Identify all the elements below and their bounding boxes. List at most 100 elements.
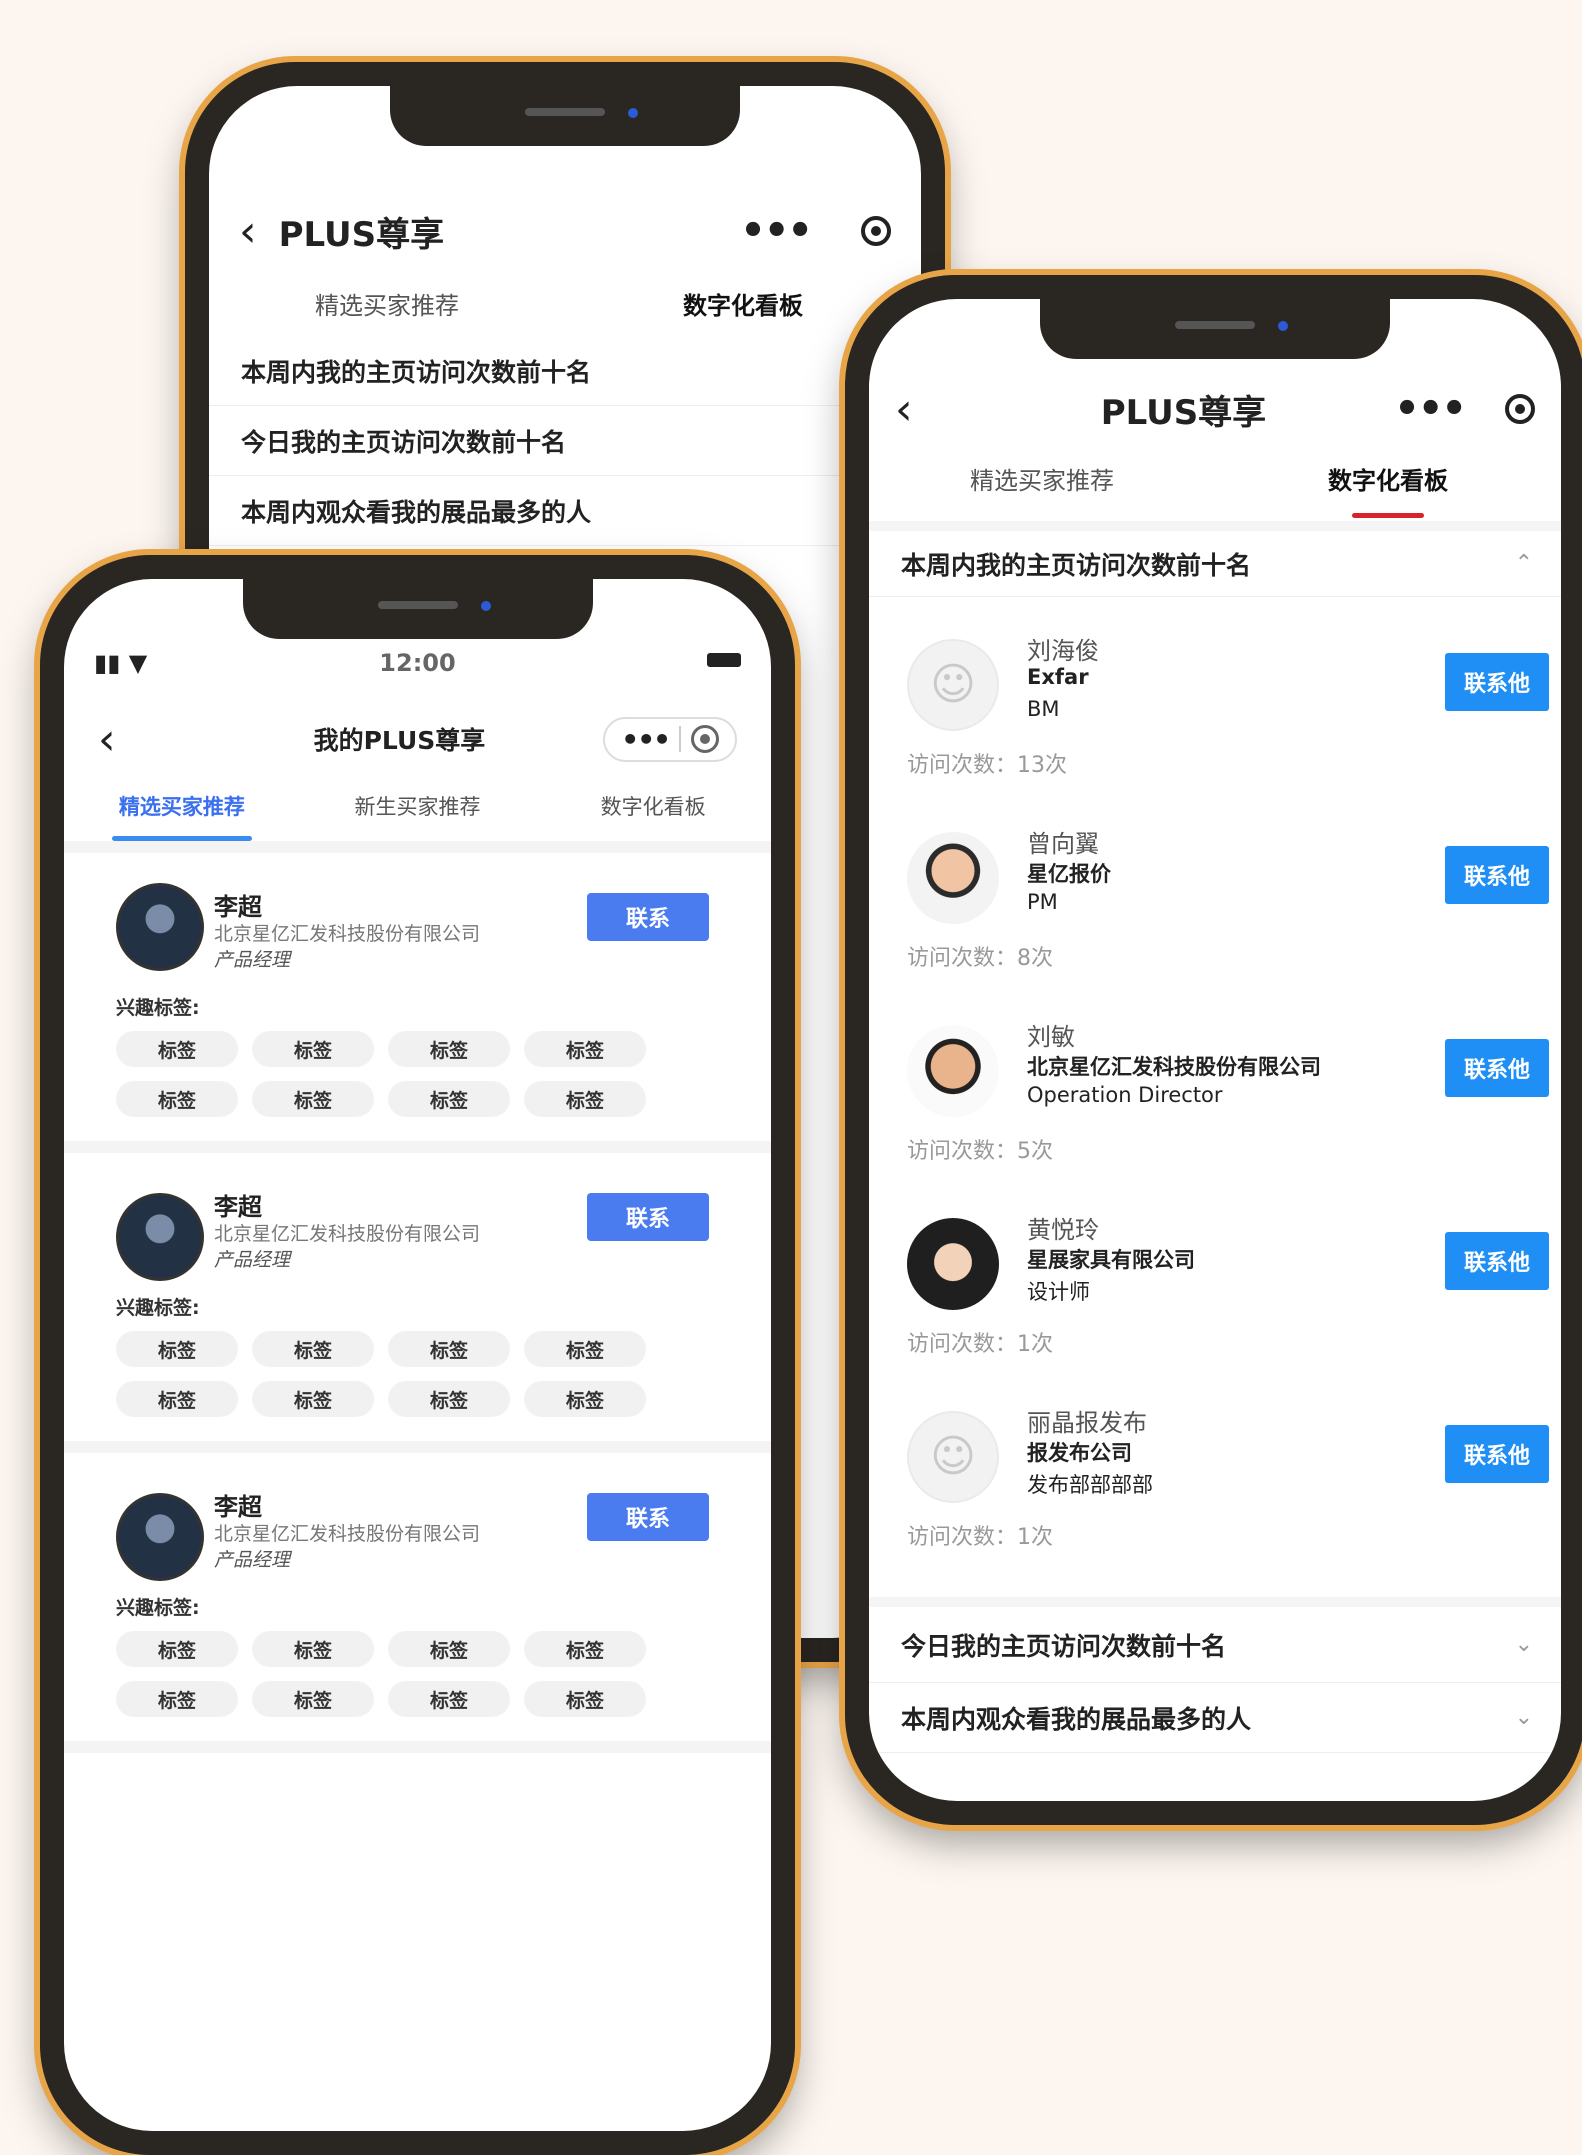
tag: 标签 [524, 1631, 646, 1667]
section-row[interactable]: 本周内观众看我的展品最多的人 ⌄ [869, 1683, 1561, 1753]
list-item: 刘敏 北京星亿汇发科技股份有限公司 Operation Director 访问次… [869, 1003, 1561, 1196]
visitor-title: Operation Director [1027, 1083, 1223, 1107]
avatar [907, 1411, 999, 1503]
notch [242, 579, 593, 639]
contact-button[interactable]: 联系他 [1445, 1425, 1549, 1483]
tag-list: 标签 标签 标签 标签 标签 标签 标签 标签 [116, 1331, 656, 1417]
phone-front-left: ▮▮ ▼ 12:00 ‹ 我的PLUS尊享 ••• 精选买家推荐 新生买家推荐 … [40, 555, 795, 2155]
contact-button[interactable]: 联系 [587, 1493, 709, 1541]
tab-bar: 精选买家推荐 数字化看板 [869, 461, 1561, 518]
target-icon[interactable] [861, 216, 891, 246]
status-time: 12:00 [379, 649, 456, 677]
visit-count: 访问次数：8次 [907, 946, 1053, 971]
buyer-name: 李超 [214, 1493, 262, 1521]
section-row[interactable]: 今日我的主页访问次数前十名 ⌄ [869, 1597, 1561, 1683]
avatar [116, 883, 204, 971]
tag: 标签 [388, 1081, 510, 1117]
avatar [907, 1025, 999, 1117]
buyer-card: 李超 北京星亿汇发科技股份有限公司 产品经理 联系 兴趣标签: 标签 标签 标签… [64, 853, 771, 1153]
tag: 标签 [524, 1031, 646, 1067]
tab-recommended[interactable]: 精选买家推荐 [869, 461, 1215, 496]
buyer-company: 北京星亿汇发科技股份有限公司 [214, 1223, 481, 1245]
tag-list: 标签 标签 标签 标签 标签 标签 标签 标签 [116, 1631, 656, 1717]
nav-bar: ‹ PLUS尊享 ••• [209, 201, 921, 261]
tag: 标签 [524, 1381, 646, 1417]
visit-count: 访问次数：1次 [907, 1525, 1053, 1550]
contact-button[interactable]: 联系他 [1445, 1232, 1549, 1290]
contact-button[interactable]: 联系他 [1445, 653, 1549, 711]
section-row-open[interactable]: 本周内我的主页访问次数前十名 ⌃ [869, 521, 1561, 597]
tab-bar: 精选买家推荐 数字化看板 [209, 286, 921, 343]
tab-dashboard[interactable]: 数字化看板 [535, 791, 771, 821]
more-icon[interactable]: ••• [621, 723, 671, 756]
buyer-title: 产品经理 [214, 1549, 291, 1571]
visitor-company: 星亿报价 [1027, 862, 1111, 886]
tag: 标签 [116, 1331, 238, 1367]
section-title: 今日我的主页访问次数前十名 [901, 1631, 1227, 1661]
nav-bar: ‹ 我的PLUS尊享 ••• [64, 711, 771, 767]
contact-button[interactable]: 联系 [587, 893, 709, 941]
visit-count: 访问次数：13次 [907, 753, 1067, 778]
tag: 标签 [252, 1331, 374, 1367]
notch [1040, 299, 1390, 359]
tab-dashboard[interactable]: 数字化看板 [1215, 461, 1561, 518]
tag: 标签 [388, 1031, 510, 1067]
tag: 标签 [252, 1631, 374, 1667]
visit-count: 访问次数：1次 [907, 1332, 1053, 1357]
list-item: 丽晶报发布 报发布公司 发布部部部部 访问次数：1次 联系他 [869, 1389, 1561, 1582]
back-icon[interactable]: ‹ [895, 384, 913, 435]
tag: 标签 [252, 1381, 374, 1417]
notch [390, 86, 740, 146]
capsule-menu[interactable]: ••• [603, 716, 737, 762]
buyer-company: 北京星亿汇发科技股份有限公司 [214, 1523, 481, 1545]
tag: 标签 [252, 1081, 374, 1117]
section-row[interactable]: 本周内我的主页访问次数前十名 [209, 336, 921, 406]
contact-button[interactable]: 联系 [587, 1193, 709, 1241]
tab-new-buyers[interactable]: 新生买家推荐 [300, 791, 536, 821]
buyer-title: 产品经理 [214, 949, 291, 971]
tag: 标签 [388, 1631, 510, 1667]
tag: 标签 [252, 1681, 374, 1717]
visitor-name: 刘海俊 [1027, 637, 1099, 665]
tab-recommended[interactable]: 精选买家推荐 [209, 286, 565, 321]
target-icon[interactable] [1505, 394, 1535, 424]
visitor-name: 刘敏 [1027, 1023, 1075, 1051]
tag: 标签 [388, 1331, 510, 1367]
avatar [907, 832, 999, 924]
section-row[interactable]: 今日我的主页访问次数前十名 [209, 406, 921, 476]
tag: 标签 [116, 1631, 238, 1667]
contact-button[interactable]: 联系他 [1445, 1039, 1549, 1097]
tag: 标签 [252, 1031, 374, 1067]
back-icon[interactable]: ‹ [98, 714, 116, 765]
list-item: 曾向翼 星亿报价 PM 访问次数：8次 联系他 [869, 810, 1561, 1003]
tab-dashboard[interactable]: 数字化看板 [565, 286, 921, 343]
chevron-up-icon: ⌃ [1514, 551, 1533, 576]
visitor-name: 丽晶报发布 [1027, 1409, 1147, 1437]
tag: 标签 [524, 1331, 646, 1367]
close-target-icon[interactable] [691, 725, 719, 753]
avatar [116, 1193, 204, 1281]
section-row[interactable]: 本周内观众看我的展品最多的人 [209, 476, 921, 546]
visitor-company: 报发布公司 [1027, 1441, 1132, 1465]
section-title: 本周内我的主页访问次数前十名 [901, 550, 1252, 580]
buyer-card: 李超 北京星亿汇发科技股份有限公司 产品经理 联系 兴趣标签: 标签 标签 标签… [64, 1153, 771, 1453]
contact-button[interactable]: 联系他 [1445, 846, 1549, 904]
nav-title: 我的PLUS尊享 [313, 726, 486, 755]
tab-recommended[interactable]: 精选买家推荐 [64, 791, 300, 841]
more-icon[interactable]: ••• [740, 208, 813, 254]
battery-icon [707, 653, 741, 667]
visitor-company: 星展家具有限公司 [1027, 1248, 1195, 1272]
avatar [907, 1218, 999, 1310]
chevron-down-icon: ⌄ [1514, 1705, 1533, 1730]
section-title: 本周内观众看我的展品最多的人 [901, 1704, 1252, 1734]
tab-bar: 精选买家推荐 新生买家推荐 数字化看板 [64, 791, 771, 841]
divider [64, 841, 771, 853]
visitor-title: PM [1027, 890, 1058, 914]
tag: 标签 [116, 1381, 238, 1417]
buyer-name: 李超 [214, 893, 262, 921]
nav-bar: ‹ PLUS尊享 ••• [869, 379, 1561, 439]
buyer-title: 产品经理 [214, 1249, 291, 1271]
back-icon[interactable]: ‹ [239, 206, 257, 257]
more-icon[interactable]: ••• [1394, 386, 1467, 432]
visitor-name: 黄悦玲 [1027, 1216, 1099, 1244]
